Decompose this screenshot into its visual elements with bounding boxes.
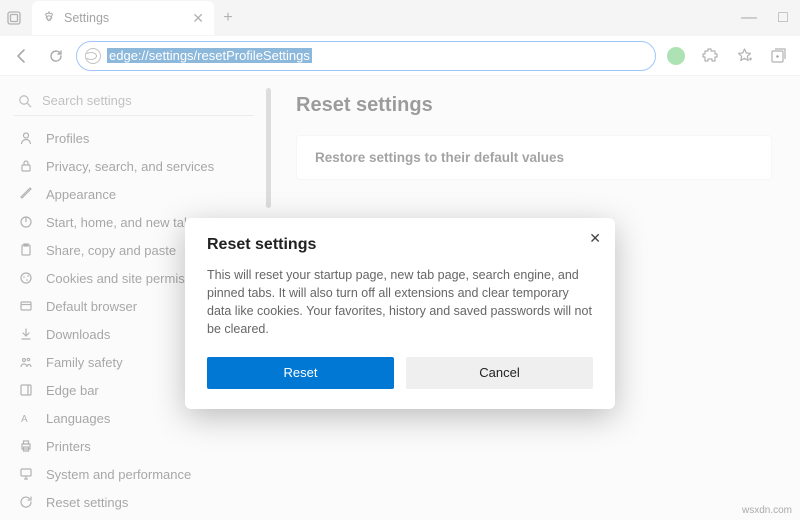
reset-button[interactable]: Reset (207, 357, 394, 389)
modal-overlay: Reset settings ✕ This will reset your st… (0, 0, 800, 520)
watermark: wsxdn.com (742, 505, 792, 516)
reset-dialog: Reset settings ✕ This will reset your st… (185, 218, 615, 409)
close-dialog-icon[interactable]: ✕ (589, 230, 601, 247)
dialog-title: Reset settings (207, 236, 593, 254)
cancel-button[interactable]: Cancel (406, 357, 593, 389)
dialog-body: This will reset your startup page, new t… (207, 266, 593, 339)
